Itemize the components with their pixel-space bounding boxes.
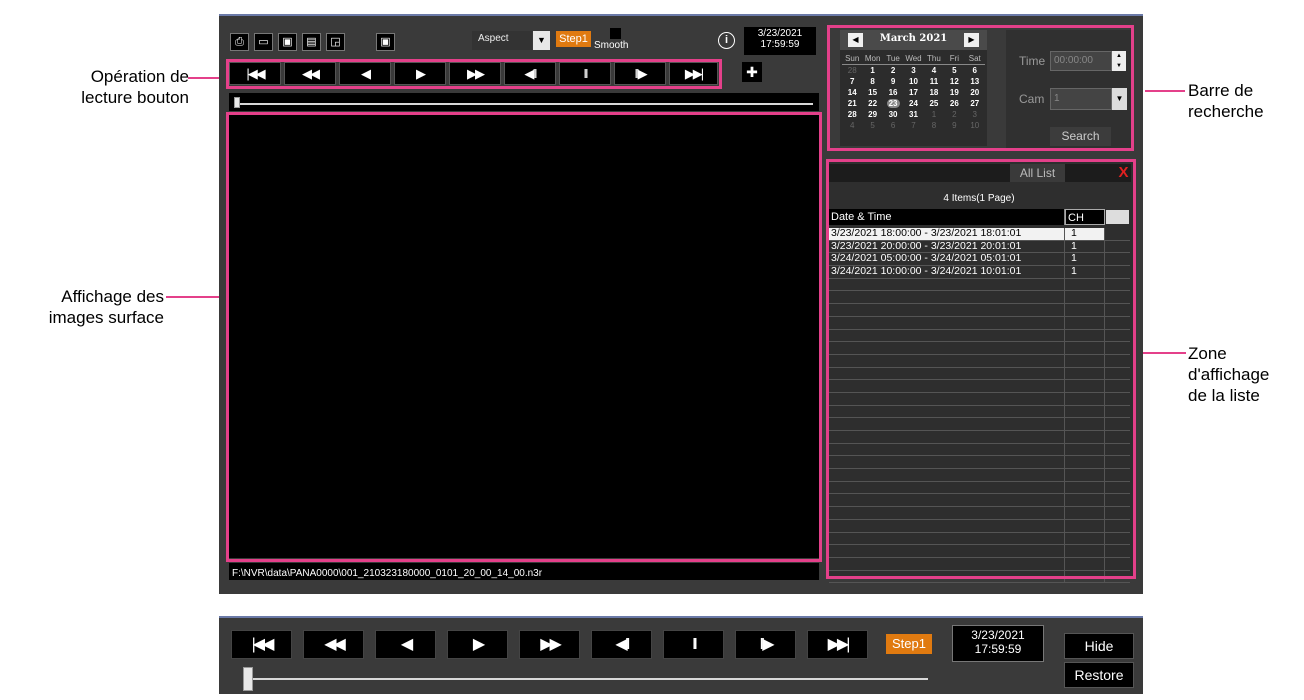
compact-skip-to-start-button[interactable]: |◀◀ xyxy=(231,630,292,659)
compact-play-button[interactable]: ▶ xyxy=(447,630,508,659)
fullscreen-icon[interactable]: ◲ xyxy=(326,33,345,51)
list-highlight xyxy=(826,159,1136,579)
print-icon[interactable]: ▤ xyxy=(302,33,321,51)
callout-line: Affichage des xyxy=(61,287,164,306)
callout-line: Zone xyxy=(1188,344,1227,363)
status-path: F:\NVR\data\PANA0000\001_210323180000_01… xyxy=(229,563,819,580)
callout-line: Opération de xyxy=(90,67,189,86)
clock-date: 3/23/2021 xyxy=(757,28,803,39)
search-bar-leader xyxy=(1145,90,1185,92)
compact-step-back-button[interactable]: ◀II xyxy=(591,630,652,659)
image-display-highlight xyxy=(226,112,822,562)
playback-highlight xyxy=(226,59,722,89)
clock-display: 3/23/2021 17:59:59 xyxy=(744,27,816,55)
seek-bar-area xyxy=(229,93,819,111)
search-bar-highlight xyxy=(827,25,1134,151)
callout-line: recherche xyxy=(1188,102,1264,121)
list-area-callout: Zone d'affichage de la liste xyxy=(1188,343,1303,406)
callout-line: lecture bouton xyxy=(81,88,189,107)
callout-line: d'affichage xyxy=(1188,365,1270,384)
compact-step-forward-button[interactable]: II▶ xyxy=(735,630,796,659)
aspect-dropdown-arrow-icon[interactable]: ▼ xyxy=(533,31,550,50)
compact-clock-date: 3/23/2021 xyxy=(971,628,1025,642)
compact-clock-time: 17:59:59 xyxy=(974,642,1022,656)
save-icon[interactable]: ▣ xyxy=(278,33,297,51)
hide-button[interactable]: Hide xyxy=(1064,633,1134,659)
step-button[interactable]: Step1 xyxy=(556,31,591,47)
seek-thumb[interactable] xyxy=(234,97,240,108)
aspect-select[interactable]: Aspect xyxy=(472,31,532,50)
compact-pause-button[interactable]: II xyxy=(663,630,724,659)
smooth-label: Smooth xyxy=(594,40,629,51)
seek-track[interactable] xyxy=(237,103,813,105)
compact-fast-forward-button[interactable]: ▶▶ xyxy=(519,630,580,659)
image-area-callout: Affichage des images surface xyxy=(8,286,164,328)
info-icon[interactable]: i xyxy=(718,32,735,49)
search-bar-callout: Barre de recherche xyxy=(1188,80,1298,122)
restore-button[interactable]: Restore xyxy=(1064,662,1134,688)
open-folder-icon[interactable]: ▭ xyxy=(254,33,273,51)
compact-fast-rewind-button[interactable]: ◀◀ xyxy=(303,630,364,659)
smooth-checkbox[interactable] xyxy=(610,28,621,39)
plugin-icon[interactable]: ✚ xyxy=(742,62,762,82)
compact-seek-thumb[interactable] xyxy=(243,667,253,691)
compact-seek-track[interactable] xyxy=(244,678,928,680)
callout-line: de la liste xyxy=(1188,386,1260,405)
callout-line: Barre de xyxy=(1188,81,1254,100)
compact-step-button[interactable]: Step1 xyxy=(886,634,932,654)
open-file-icon[interactable]: ⎙ xyxy=(230,33,249,51)
compact-reverse-play-button[interactable]: ◀ xyxy=(375,630,436,659)
callout-line: images surface xyxy=(48,308,164,327)
clock-time: 17:59:59 xyxy=(760,39,800,50)
window-icon[interactable]: ▣ xyxy=(376,33,395,51)
compact-clock: 3/23/2021 17:59:59 xyxy=(952,625,1044,662)
playback-callout: Opération de lecture bouton xyxy=(55,66,189,108)
compact-skip-to-end-button[interactable]: ▶▶| xyxy=(807,630,868,659)
status-path-text: F:\NVR\data\PANA0000\001_210323180000_01… xyxy=(232,568,543,579)
